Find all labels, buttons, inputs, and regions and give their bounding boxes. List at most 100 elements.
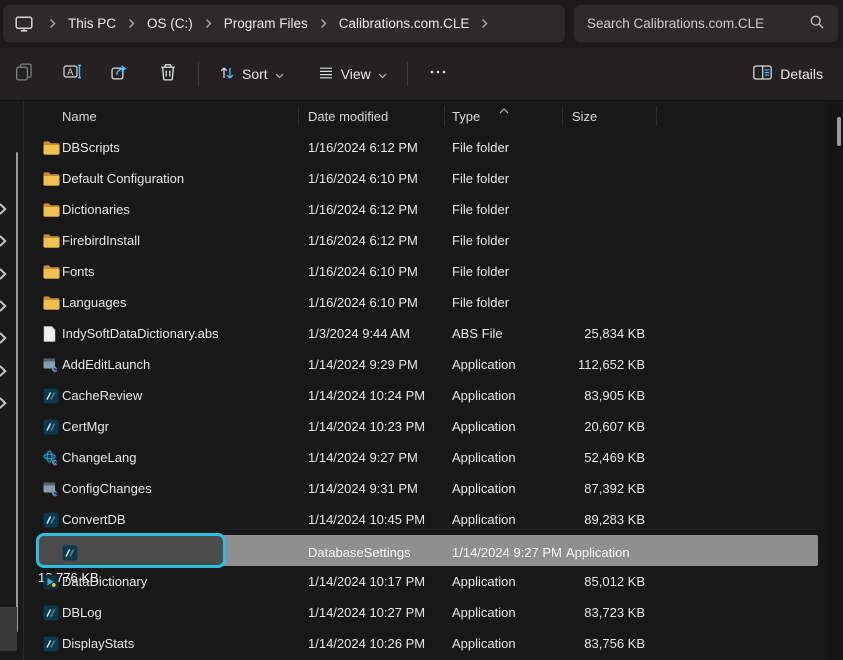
sort-label: Sort [242,66,268,82]
breadcrumb-program-files[interactable]: Program Files [224,16,308,31]
folder-icon [43,296,62,310]
vertical-scrollbar-thumb[interactable] [837,117,841,146]
file-name: DBScripts [62,140,308,155]
file-row[interactable]: ConvertDB1/14/2024 10:45 PMApplication89… [38,504,818,535]
copy-button[interactable] [4,56,44,92]
file-name: ChangeLang [62,450,308,465]
delete-button[interactable] [148,56,188,92]
breadcrumb-current-folder[interactable]: Calibrations.com.CLE [339,16,470,31]
navigation-pane-collapsed [0,101,24,660]
file-row[interactable]: FirebirdInstall1/16/2024 6:12 PMFile fol… [38,225,818,256]
details-button[interactable]: Details [745,56,831,92]
file-date-modified: 1/14/2024 9:27 PM [452,545,566,560]
file-date-modified: 1/16/2024 6:10 PM [308,295,452,310]
file-type: File folder [452,233,566,248]
file-row[interactable]: ccAddEditLaunch1/14/2024 9:29 PMApplicat… [38,349,818,380]
chevron-right-icon [49,18,56,29]
column-header-size[interactable]: Size [572,109,597,124]
file-row[interactable]: IndySoftDataDictionary.abs1/3/2024 9:44 … [38,318,818,349]
column-resize-handle[interactable] [562,106,563,126]
file-row[interactable]: Fonts1/16/2024 6:10 PMFile folder [38,256,818,287]
file-row[interactable]: CertMgr1/14/2024 10:23 PMApplication20,6… [38,411,818,442]
column-resize-handle[interactable] [656,106,657,126]
file-size: 83,905 KB [566,388,645,403]
nav-scrollbar-corner[interactable] [0,607,17,651]
svg-text:c: c [52,456,57,466]
file-size: 112,652 KB [566,357,645,372]
file-name: DisplayStats [62,636,308,651]
svg-text:c: c [52,363,57,373]
tree-expand-chevron-icon[interactable] [0,202,7,214]
details-pane-icon [753,65,772,83]
file-row[interactable]: CacheReview1/14/2024 10:24 PMApplication… [38,380,818,411]
file-type: Application [452,357,566,372]
app-arrow-dot-icon [43,574,62,590]
rename-button[interactable]: A [52,56,92,92]
this-pc-icon[interactable] [15,16,33,32]
file-row[interactable]: DBScripts1/16/2024 6:12 PMFile folder [38,132,818,163]
file-row[interactable]: Dictionaries1/16/2024 6:12 PMFile folder [38,194,818,225]
chevron-right-icon[interactable] [481,18,488,29]
file-row[interactable]: Languages1/16/2024 6:10 PMFile folder [38,287,818,318]
file-date-modified: 1/14/2024 9:27 PM [308,450,452,465]
file-date-modified: 1/16/2024 6:10 PM [308,264,452,279]
svg-text:A: A [67,67,73,77]
file-date-modified: 1/14/2024 10:26 PM [308,636,452,651]
app-slashes-icon [43,388,62,404]
nav-scrollbar[interactable] [16,152,18,632]
file-name: Default Configuration [62,171,308,186]
column-header-name[interactable]: Name [62,109,97,124]
tree-expand-chevron-icon[interactable] [0,396,7,408]
column-headers: Name Date modified Type Size [35,101,818,132]
file-date-modified: 1/16/2024 6:12 PM [308,233,452,248]
file-type: Application [452,450,566,465]
column-resize-handle[interactable] [298,106,299,126]
tree-expand-chevron-icon[interactable] [0,299,7,311]
file-list: Name Date modified Type Size DBScripts1/… [35,101,818,660]
address-bar-region: This PC OS (C:) Program Files Calibratio… [0,0,843,48]
view-button[interactable]: View [308,56,397,92]
file-date-modified: 1/14/2024 10:27 PM [308,605,452,620]
column-header-date-modified[interactable]: Date modified [308,109,388,124]
tree-expand-chevron-icon[interactable] [0,364,7,376]
file-name: ConfigChanges [62,481,308,496]
tree-expand-chevron-icon[interactable] [0,234,7,246]
file-size: 52,469 KB [566,450,645,465]
toolbar-divider [407,62,408,86]
file-name: Fonts [62,264,308,279]
folder-icon [43,172,62,186]
file-date-modified: 1/14/2024 9:31 PM [308,481,452,496]
file-date-modified: 1/14/2024 10:17 PM [308,574,452,589]
svg-text:c: c [52,487,57,497]
tree-expand-chevron-icon[interactable] [0,267,7,279]
breadcrumb-this-pc[interactable]: This PC [68,16,116,31]
more-options-button[interactable] [418,56,458,92]
file-type: File folder [452,295,566,310]
tree-expand-chevron-icon[interactable] [0,331,7,343]
column-resize-handle[interactable] [444,106,445,126]
chevron-right-icon [128,18,135,29]
search-input[interactable]: Search Calibrations.com.CLE [574,5,838,42]
share-button[interactable] [100,56,140,92]
file-date-modified: 1/14/2024 10:24 PM [308,388,452,403]
scrollbar-track[interactable] [826,101,843,660]
file-row[interactable]: DataDictionary1/14/2024 10:17 PMApplicat… [38,566,818,597]
file-row[interactable]: ccChangeLang1/14/2024 9:27 PMApplication… [38,442,818,473]
file-type: ABS File [452,326,566,341]
file-type: Application [452,512,566,527]
file-row[interactable]: DBLog1/14/2024 10:27 PMApplication83,723… [38,597,818,628]
view-icon [318,65,334,84]
file-row[interactable]: DatabaseSettings1/14/2024 9:27 PMApplica… [38,535,818,566]
file-name: ConvertDB [62,512,308,527]
file-date-modified: 1/14/2024 10:45 PM [308,512,452,527]
file-name: DataDictionary [62,574,308,589]
column-header-type[interactable]: Type [452,109,480,124]
search-icon[interactable] [809,14,825,33]
sort-button[interactable]: Sort [209,56,294,92]
sort-icon [219,65,235,84]
file-row[interactable]: ccConfigChanges1/14/2024 9:31 PMApplicat… [38,473,818,504]
breadcrumb-os-c[interactable]: OS (C:) [147,16,193,31]
file-row[interactable]: Default Configuration1/16/2024 6:10 PMFi… [38,163,818,194]
file-row[interactable]: DisplayStats1/14/2024 10:26 PMApplicatio… [38,628,818,659]
file-date-modified: 1/16/2024 6:12 PM [308,202,452,217]
